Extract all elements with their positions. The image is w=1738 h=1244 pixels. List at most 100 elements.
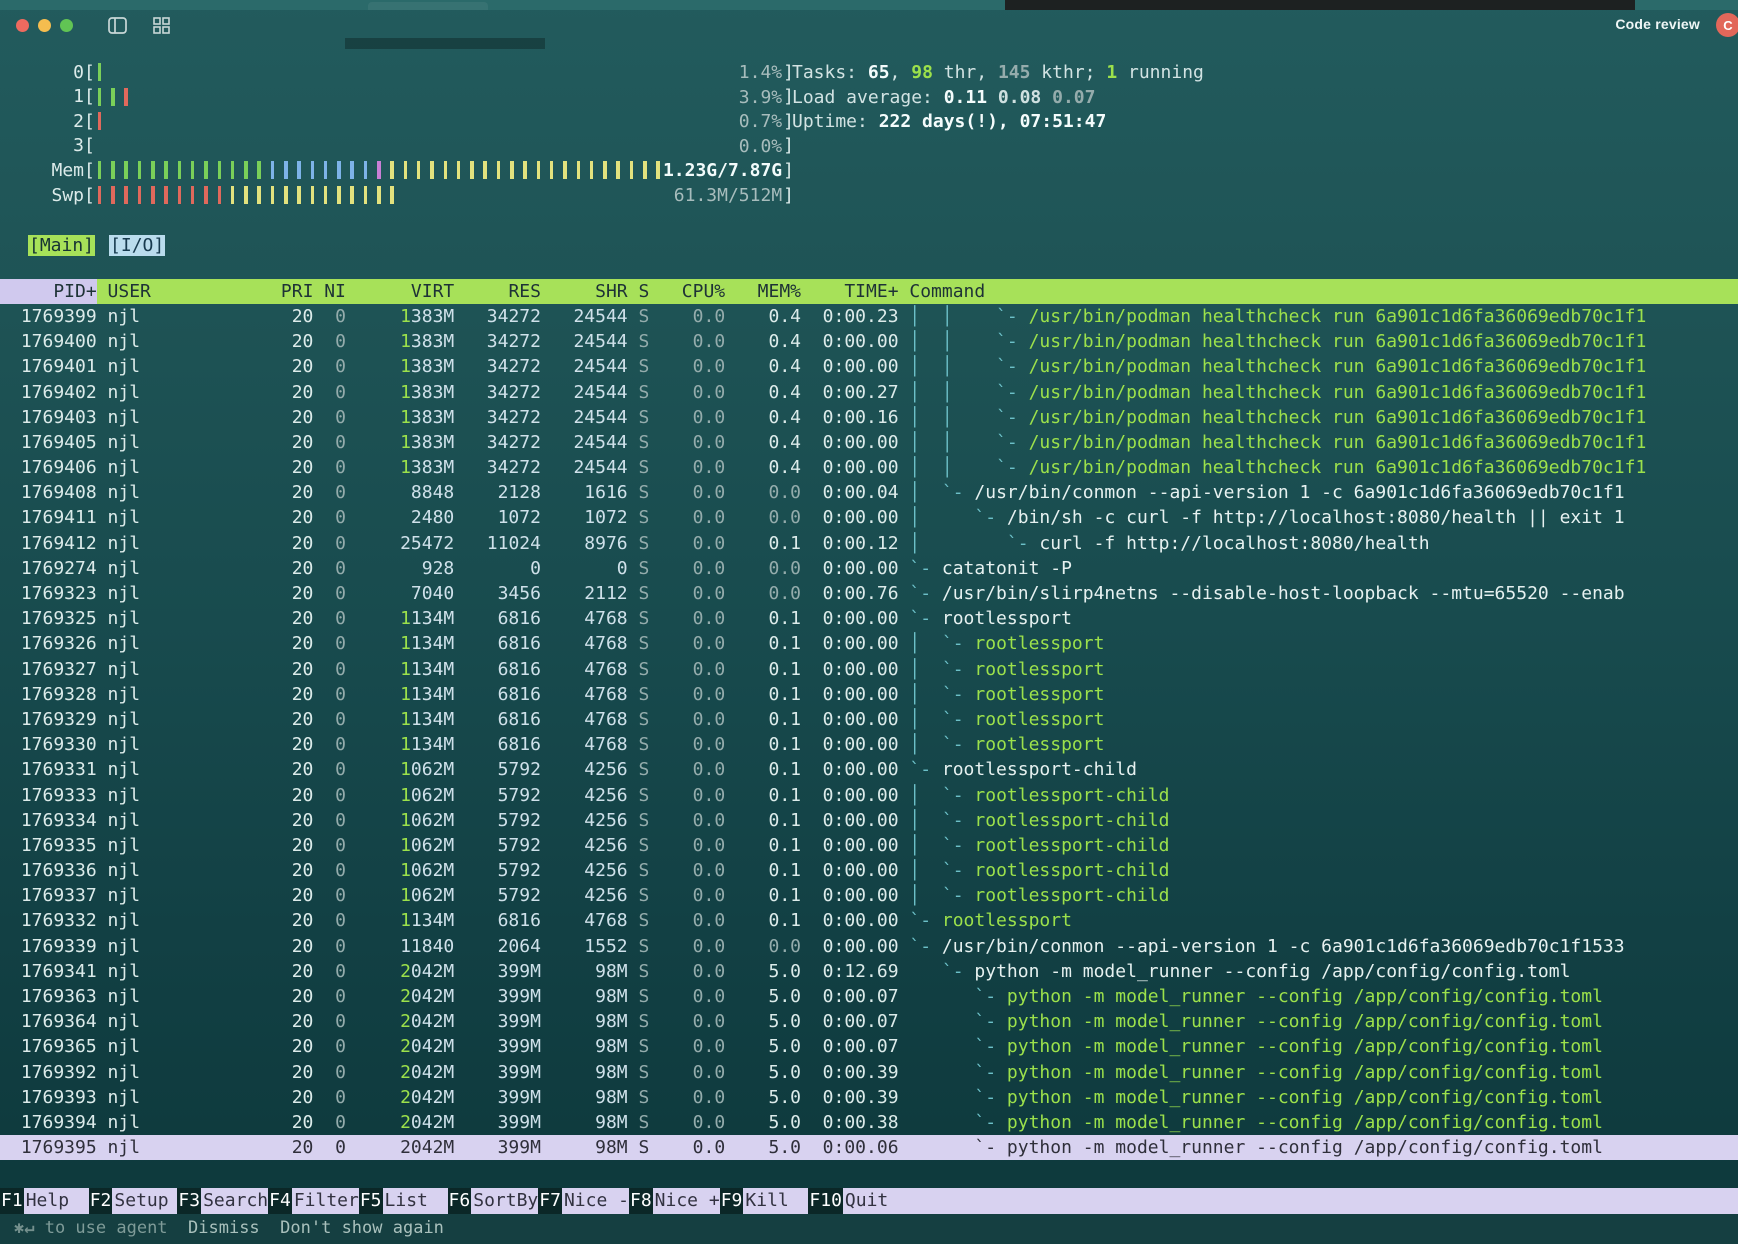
header-ni[interactable]: NI	[313, 279, 346, 304]
process-shr: 4768	[541, 631, 628, 656]
process-virt: 1134M	[346, 908, 454, 933]
header-time[interactable]: TIME+	[801, 279, 899, 304]
fkey-f2[interactable]: F2Setup	[89, 1188, 178, 1214]
fkey-f4[interactable]: F4Filter	[268, 1188, 359, 1214]
process-row[interactable]: 1769341njl2002042M399M98MS0.05.00:12.69 …	[0, 959, 1738, 984]
header-pid[interactable]: PID+	[0, 279, 97, 304]
process-row[interactable]: 1769330njl2001134M68164768S0.00.10:00.00…	[0, 732, 1738, 757]
fkey-f8[interactable]: F8Nice +	[629, 1188, 720, 1214]
process-cpu-percent: 0.0	[649, 1034, 725, 1059]
tree-branch-glyph: │ `-	[909, 633, 974, 654]
header-pri[interactable]: PRI	[259, 279, 313, 304]
process-nice: 0	[313, 682, 346, 707]
process-mem-percent: 0.0	[725, 505, 801, 530]
process-row[interactable]: 1769326njl2001134M68164768S0.00.10:00.00…	[0, 631, 1738, 656]
fkey-f9[interactable]: F9Kill	[720, 1188, 809, 1214]
grid-icon[interactable]	[153, 17, 170, 34]
process-row[interactable]: 1769403njl2001383M3427224544S0.00.40:00.…	[0, 405, 1738, 430]
process-row[interactable]: 1769336njl2001062M57924256S0.00.10:00.00…	[0, 858, 1738, 883]
fkey-f10[interactable]: F10Quit	[808, 1188, 1738, 1214]
process-row[interactable]: 1769406njl2001383M3427224544S0.00.40:00.…	[0, 455, 1738, 480]
process-priority: 20	[259, 783, 313, 808]
zoom-button[interactable]	[60, 19, 73, 32]
process-row[interactable]: 1769333njl2001062M57924256S0.00.10:00.00…	[0, 783, 1738, 808]
process-shr: 4256	[541, 783, 628, 808]
process-nice: 0	[313, 1060, 346, 1085]
process-nice: 0	[313, 908, 346, 933]
process-shr: 98M	[541, 1110, 628, 1135]
process-row[interactable]: 1769332njl2001134M68164768S0.00.10:00.00…	[0, 908, 1738, 933]
process-row[interactable]: 1769331njl2001062M57924256S0.00.10:00.00…	[0, 757, 1738, 782]
process-mem-percent: 0.1	[725, 631, 801, 656]
process-command: `- python -m model_runner --config /app/…	[899, 984, 1738, 1009]
process-res: 5792	[454, 757, 541, 782]
process-row[interactable]: 1769392njl2002042M399M98MS0.05.00:00.39 …	[0, 1060, 1738, 1085]
load-average-line: Load average: 0.11 0.08 0.07	[792, 85, 1204, 110]
process-row[interactable]: 1769412njl20025472110248976S0.00.10:00.1…	[0, 531, 1738, 556]
process-cpu-percent: 0.0	[649, 883, 725, 908]
process-row[interactable]: 1769325njl2001134M68164768S0.00.10:00.00…	[0, 606, 1738, 631]
meter-value: 3.9%	[739, 85, 782, 110]
virt-scale-digit: 1	[400, 659, 411, 680]
fkey-f1[interactable]: F1Help	[0, 1188, 89, 1214]
fkey-f5[interactable]: F5List	[359, 1188, 448, 1214]
dismiss-button[interactable]: Dismiss	[188, 1216, 260, 1241]
process-time: 0:00.00	[801, 505, 899, 530]
header-command[interactable]: Command	[899, 279, 1738, 304]
process-priority: 20	[259, 606, 313, 631]
process-row[interactable]: 1769274njl20092800S0.00.00:00.00`- catat…	[0, 556, 1738, 581]
process-pid: 1769406	[10, 455, 97, 480]
code-review-label[interactable]: Code review	[1615, 12, 1700, 37]
process-cpu-percent: 0.0	[649, 783, 725, 808]
process-row[interactable]: 1769401njl2001383M3427224544S0.00.40:00.…	[0, 354, 1738, 379]
process-row[interactable]: 1769402njl2001383M3427224544S0.00.40:00.…	[0, 380, 1738, 405]
minimize-button[interactable]	[38, 19, 51, 32]
header-mem[interactable]: MEM%	[725, 279, 801, 304]
process-virt: 2042M	[346, 959, 454, 984]
process-row[interactable]: 1769399njl2001383M3427224544S0.00.40:00.…	[0, 304, 1738, 329]
sidebar-toggle-icon[interactable]	[108, 17, 127, 34]
process-row[interactable]: 1769400njl2001383M3427224544S0.00.40:00.…	[0, 329, 1738, 354]
header-user[interactable]: USER	[97, 279, 260, 304]
process-row[interactable]: 1769328njl2001134M68164768S0.00.10:00.00…	[0, 682, 1738, 707]
process-priority: 20	[259, 631, 313, 656]
process-row[interactable]: 1769394njl2002042M399M98MS0.05.00:00.38 …	[0, 1110, 1738, 1135]
process-row[interactable]: 1769365njl2002042M399M98MS0.05.00:00.07 …	[0, 1034, 1738, 1059]
process-row[interactable]: 1769405njl2001383M3427224544S0.00.40:00.…	[0, 430, 1738, 455]
process-row[interactable]: 1769364njl2002042M399M98MS0.05.00:00.07 …	[0, 1009, 1738, 1034]
process-row[interactable]: 1769411njl200248010721072S0.00.00:00.00│…	[0, 505, 1738, 530]
process-row[interactable]: 1769329njl2001134M68164768S0.00.10:00.00…	[0, 707, 1738, 732]
process-cpu-percent: 0.0	[649, 304, 725, 329]
process-row[interactable]: 1769393njl2002042M399M98MS0.05.00:00.39 …	[0, 1085, 1738, 1110]
process-row-selected[interactable]: 1769395njl2002042M399M98MS0.05.00:00.06 …	[0, 1135, 1738, 1160]
process-priority: 20	[259, 304, 313, 329]
fkey-f7[interactable]: F7Nice -	[538, 1188, 629, 1214]
process-row[interactable]: 1769334njl2001062M57924256S0.00.10:00.00…	[0, 808, 1738, 833]
header-cpu[interactable]: CPU%	[649, 279, 725, 304]
process-user: njl	[97, 1085, 260, 1110]
fkey-f6[interactable]: F6SortBy	[448, 1188, 539, 1214]
process-row[interactable]: 1769335njl2001062M57924256S0.00.10:00.00…	[0, 833, 1738, 858]
process-row[interactable]: 1769323njl200704034562112S0.00.00:00.76`…	[0, 581, 1738, 606]
header-res[interactable]: RES	[454, 279, 541, 304]
tab-main[interactable]: [Main]	[28, 235, 95, 256]
process-priority: 20	[259, 984, 313, 1009]
tree-branch-glyph: │ │ `-	[909, 306, 1028, 327]
header-shr[interactable]: SHR	[541, 279, 628, 304]
process-row[interactable]: 1769408njl200884821281616S0.00.00:00.04│…	[0, 480, 1738, 505]
cpu0-meter: 0[1.4%]	[0, 60, 794, 85]
header-virt[interactable]: VIRT	[346, 279, 454, 304]
dont-show-again-button[interactable]: Don't show again	[280, 1216, 444, 1241]
process-row[interactable]: 1769337njl2001062M57924256S0.00.10:00.00…	[0, 883, 1738, 908]
fkey-f3[interactable]: F3Search	[177, 1188, 268, 1214]
process-row[interactable]: 1769339njl2001184020641552S0.00.00:00.00…	[0, 934, 1738, 959]
process-row[interactable]: 1769363njl2002042M399M98MS0.05.00:00.07 …	[0, 984, 1738, 1009]
process-time: 0:00.23	[801, 304, 899, 329]
tab-io[interactable]: [I/O]	[109, 235, 165, 256]
process-row[interactable]: 1769327njl2001134M68164768S0.00.10:00.00…	[0, 657, 1738, 682]
avatar[interactable]: C	[1716, 13, 1738, 37]
tree-branch-glyph: │ │ `-	[909, 432, 1028, 453]
process-mem-percent: 0.4	[725, 405, 801, 430]
close-button[interactable]	[16, 19, 29, 32]
header-state[interactable]: S	[628, 279, 650, 304]
